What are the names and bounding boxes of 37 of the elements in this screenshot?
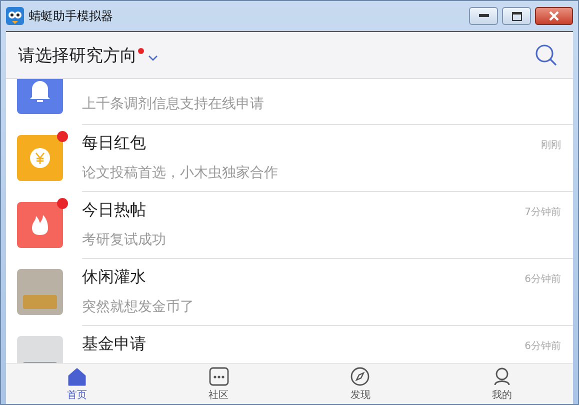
message-list-item[interactable]: 今日热帖 7分钟前 考研复试成功 xyxy=(6,192,573,259)
flame-icon xyxy=(17,202,63,248)
item-subtitle: 上千条调剂信息支持在线申请 xyxy=(82,95,265,113)
home-icon xyxy=(66,367,87,386)
item-title: 每日红包 xyxy=(82,133,146,154)
item-title: 休闲灌水 xyxy=(82,267,146,288)
app-logo-icon xyxy=(6,7,24,25)
item-title: 基金申请 xyxy=(82,334,146,355)
chat-bubble-icon xyxy=(208,367,229,386)
minimize-icon xyxy=(478,14,488,18)
chevron-down-icon xyxy=(148,55,158,61)
person-icon xyxy=(492,367,512,386)
item-subtitle: 考研复试成功 xyxy=(82,231,167,249)
minimize-button[interactable] xyxy=(469,7,498,25)
nav-tab[interactable]: 我的 xyxy=(472,364,532,404)
item-time: 7分钟前 xyxy=(524,206,561,219)
window-title: 蜻蜓助手模拟器 xyxy=(29,8,113,24)
coin-icon xyxy=(17,135,63,181)
item-subtitle: 论文投稿首选，小木虫独家合作 xyxy=(82,164,279,182)
item-subtitle: 突然就想发金币了 xyxy=(82,298,195,316)
search-icon[interactable] xyxy=(535,44,557,66)
research-direction-dropdown[interactable]: 请选择研究方向 xyxy=(18,44,158,66)
nav-tab[interactable]: 社区 xyxy=(188,364,249,404)
message-list-item[interactable]: 每日红包 刚刚 论文投稿首选，小木虫独家合作 xyxy=(6,125,573,192)
item-time: 6分钟前 xyxy=(524,272,561,286)
message-list-item[interactable]: 休闲灌水 6分钟前 突然就想发金币了 xyxy=(6,259,573,326)
maximize-button[interactable] xyxy=(502,7,531,25)
photo-placeholder xyxy=(17,269,63,315)
item-time: 刚刚 xyxy=(541,139,561,152)
maximize-icon xyxy=(512,12,522,20)
close-button[interactable] xyxy=(535,7,573,25)
close-icon xyxy=(549,11,559,21)
item-time: 6分钟前 xyxy=(524,340,561,353)
compass-icon xyxy=(350,367,370,386)
item-title: 今日热帖 xyxy=(82,200,146,221)
nav-tab[interactable]: 首页 xyxy=(46,364,107,404)
nav-tab[interactable]: 发现 xyxy=(330,364,390,404)
